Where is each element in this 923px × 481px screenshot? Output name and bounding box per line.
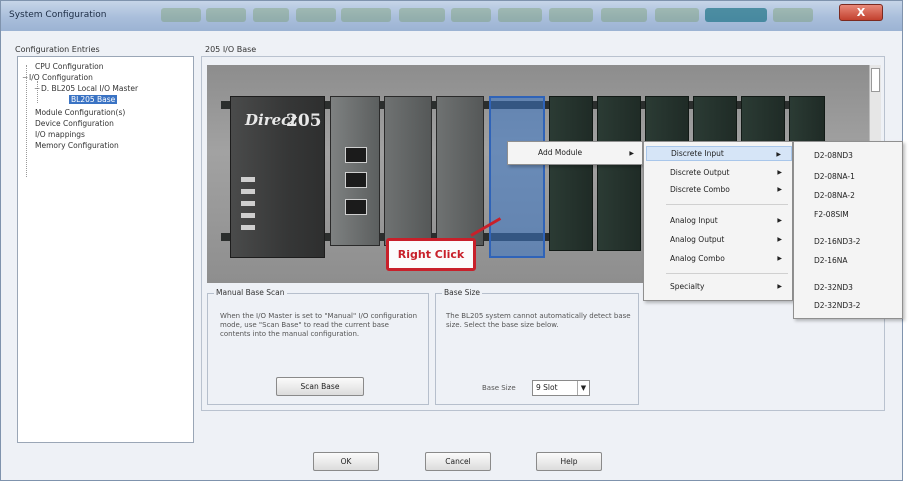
- ok-button[interactable]: OK: [313, 452, 379, 471]
- menu-item-analog-combo[interactable]: Analog Combo ▶: [644, 254, 794, 267]
- tree-item[interactable]: −I/O Configuration: [22, 73, 93, 82]
- module-item[interactable]: D2-08NA-2: [794, 191, 855, 200]
- module-item[interactable]: D2-08ND3: [794, 151, 853, 160]
- taskbar-blur: [399, 8, 445, 22]
- module-item[interactable]: D2-16ND3-2: [794, 237, 860, 246]
- tree-title: Configuration Entries: [15, 45, 100, 54]
- help-button[interactable]: Help: [536, 452, 602, 471]
- tree-item[interactable]: −D. BL205 Local I/O Master: [34, 84, 138, 93]
- menu-separator: [666, 273, 788, 274]
- module-list-menu: D2-08ND3 D2-08NA-1 D2-08NA-2 F2-08SIM D2…: [793, 141, 903, 319]
- right-click-callout: Right Click: [386, 238, 476, 271]
- taskbar-blur: [341, 8, 391, 22]
- taskbar-blur: [161, 8, 201, 22]
- submenu-arrow-icon: ▶: [777, 186, 782, 193]
- module-item[interactable]: D2-32ND3-2: [794, 301, 860, 310]
- taskbar-blur: [773, 8, 813, 22]
- scroll-thumb[interactable]: [871, 68, 880, 92]
- tree-item[interactable]: Memory Configuration: [28, 141, 119, 150]
- menu-item-analog-output[interactable]: Analog Output ▶: [644, 235, 794, 248]
- base-size-title: Base Size: [442, 288, 483, 297]
- taskbar-blur: [451, 8, 491, 22]
- context-menu: Add Module ▶: [507, 141, 643, 165]
- taskbar-blur: [549, 8, 593, 22]
- configuration-tree: CPU Configuration −I/O Configuration −D.…: [17, 56, 194, 443]
- submenu-arrow-icon: ▶: [777, 255, 782, 262]
- empty-slot[interactable]: [597, 96, 641, 251]
- taskbar-active: [705, 8, 767, 22]
- taskbar-blur: [206, 8, 246, 22]
- system-configuration-window: System Configuration X Configuration Ent…: [0, 0, 903, 481]
- submenu-arrow-icon: ▶: [777, 169, 782, 176]
- module-item[interactable]: F2-08SIM: [794, 210, 849, 219]
- base-size-group: Base Size The BL205 system cannot automa…: [435, 288, 639, 405]
- add-module-menu-item[interactable]: Add Module ▶: [508, 146, 642, 161]
- cpu-model: 205: [286, 111, 322, 131]
- menu-item-analog-input[interactable]: Analog Input ▶: [644, 216, 794, 229]
- menu-item-discrete-input[interactable]: Discrete Input ▶: [646, 146, 792, 161]
- status-led: [241, 177, 255, 182]
- manual-scan-title: Manual Base Scan: [214, 288, 287, 297]
- submenu-arrow-icon: ▶: [629, 150, 634, 157]
- submenu-arrow-icon: ▶: [777, 217, 782, 224]
- comm-module[interactable]: [330, 96, 380, 246]
- base-size-select[interactable]: 9 Slot ▼: [532, 380, 590, 396]
- submenu-arrow-icon: ▶: [776, 151, 781, 158]
- module-item[interactable]: D2-08NA-1: [794, 172, 855, 181]
- base-size-label: Base Size: [482, 384, 516, 392]
- taskbar-blur: [253, 8, 289, 22]
- close-button[interactable]: X: [839, 4, 883, 21]
- menu-item-specialty[interactable]: Specialty ▶: [644, 282, 794, 295]
- module-item[interactable]: D2-16NA: [794, 256, 848, 265]
- submenu-arrow-icon: ▶: [777, 236, 782, 243]
- title-bar[interactable]: System Configuration X: [1, 1, 902, 31]
- empty-slot[interactable]: [549, 96, 593, 251]
- tree-item[interactable]: I/O mappings: [28, 130, 85, 139]
- base-panel-title: 205 I/O Base: [205, 45, 257, 54]
- cpu-module[interactable]: Direct 205: [230, 96, 325, 258]
- menu-item-discrete-output[interactable]: Discrete Output ▶: [644, 168, 794, 181]
- status-led: [241, 225, 255, 230]
- ethernet-port: [345, 199, 367, 215]
- taskbar-blur: [296, 8, 336, 22]
- window-title: System Configuration: [9, 10, 107, 20]
- taskbar-blur: [498, 8, 542, 22]
- chevron-down-icon: ▼: [577, 381, 589, 395]
- io-module[interactable]: [436, 96, 484, 246]
- taskbar-blur: [601, 8, 647, 22]
- tree-item-selected[interactable]: BL205 Base: [62, 95, 118, 104]
- io-module[interactable]: [384, 96, 432, 246]
- ethernet-port: [345, 147, 367, 163]
- menu-item-discrete-combo[interactable]: Discrete Combo ▶: [644, 185, 794, 198]
- base-size-text: The BL205 system cannot automatically de…: [446, 312, 631, 329]
- status-led: [241, 213, 255, 218]
- scan-base-button[interactable]: Scan Base: [276, 377, 364, 396]
- module-type-menu: Discrete Input ▶ Discrete Output ▶ Discr…: [643, 141, 793, 301]
- menu-separator: [666, 204, 788, 205]
- tree-item[interactable]: Device Configuration: [28, 119, 114, 128]
- status-led: [241, 201, 255, 206]
- taskbar-blur: [655, 8, 699, 22]
- manual-scan-text: When the I/O Master is set to "Manual" I…: [220, 312, 418, 338]
- selected-slot[interactable]: [489, 96, 545, 258]
- cancel-button[interactable]: Cancel: [425, 452, 491, 471]
- submenu-arrow-icon: ▶: [777, 283, 782, 290]
- module-item[interactable]: D2-32ND3: [794, 283, 853, 292]
- ethernet-port: [345, 172, 367, 188]
- tree-item[interactable]: Module Configuration(s): [28, 108, 125, 117]
- tree-item[interactable]: CPU Configuration: [28, 62, 104, 71]
- manual-base-scan-group: Manual Base Scan When the I/O Master is …: [207, 288, 429, 405]
- status-led: [241, 189, 255, 194]
